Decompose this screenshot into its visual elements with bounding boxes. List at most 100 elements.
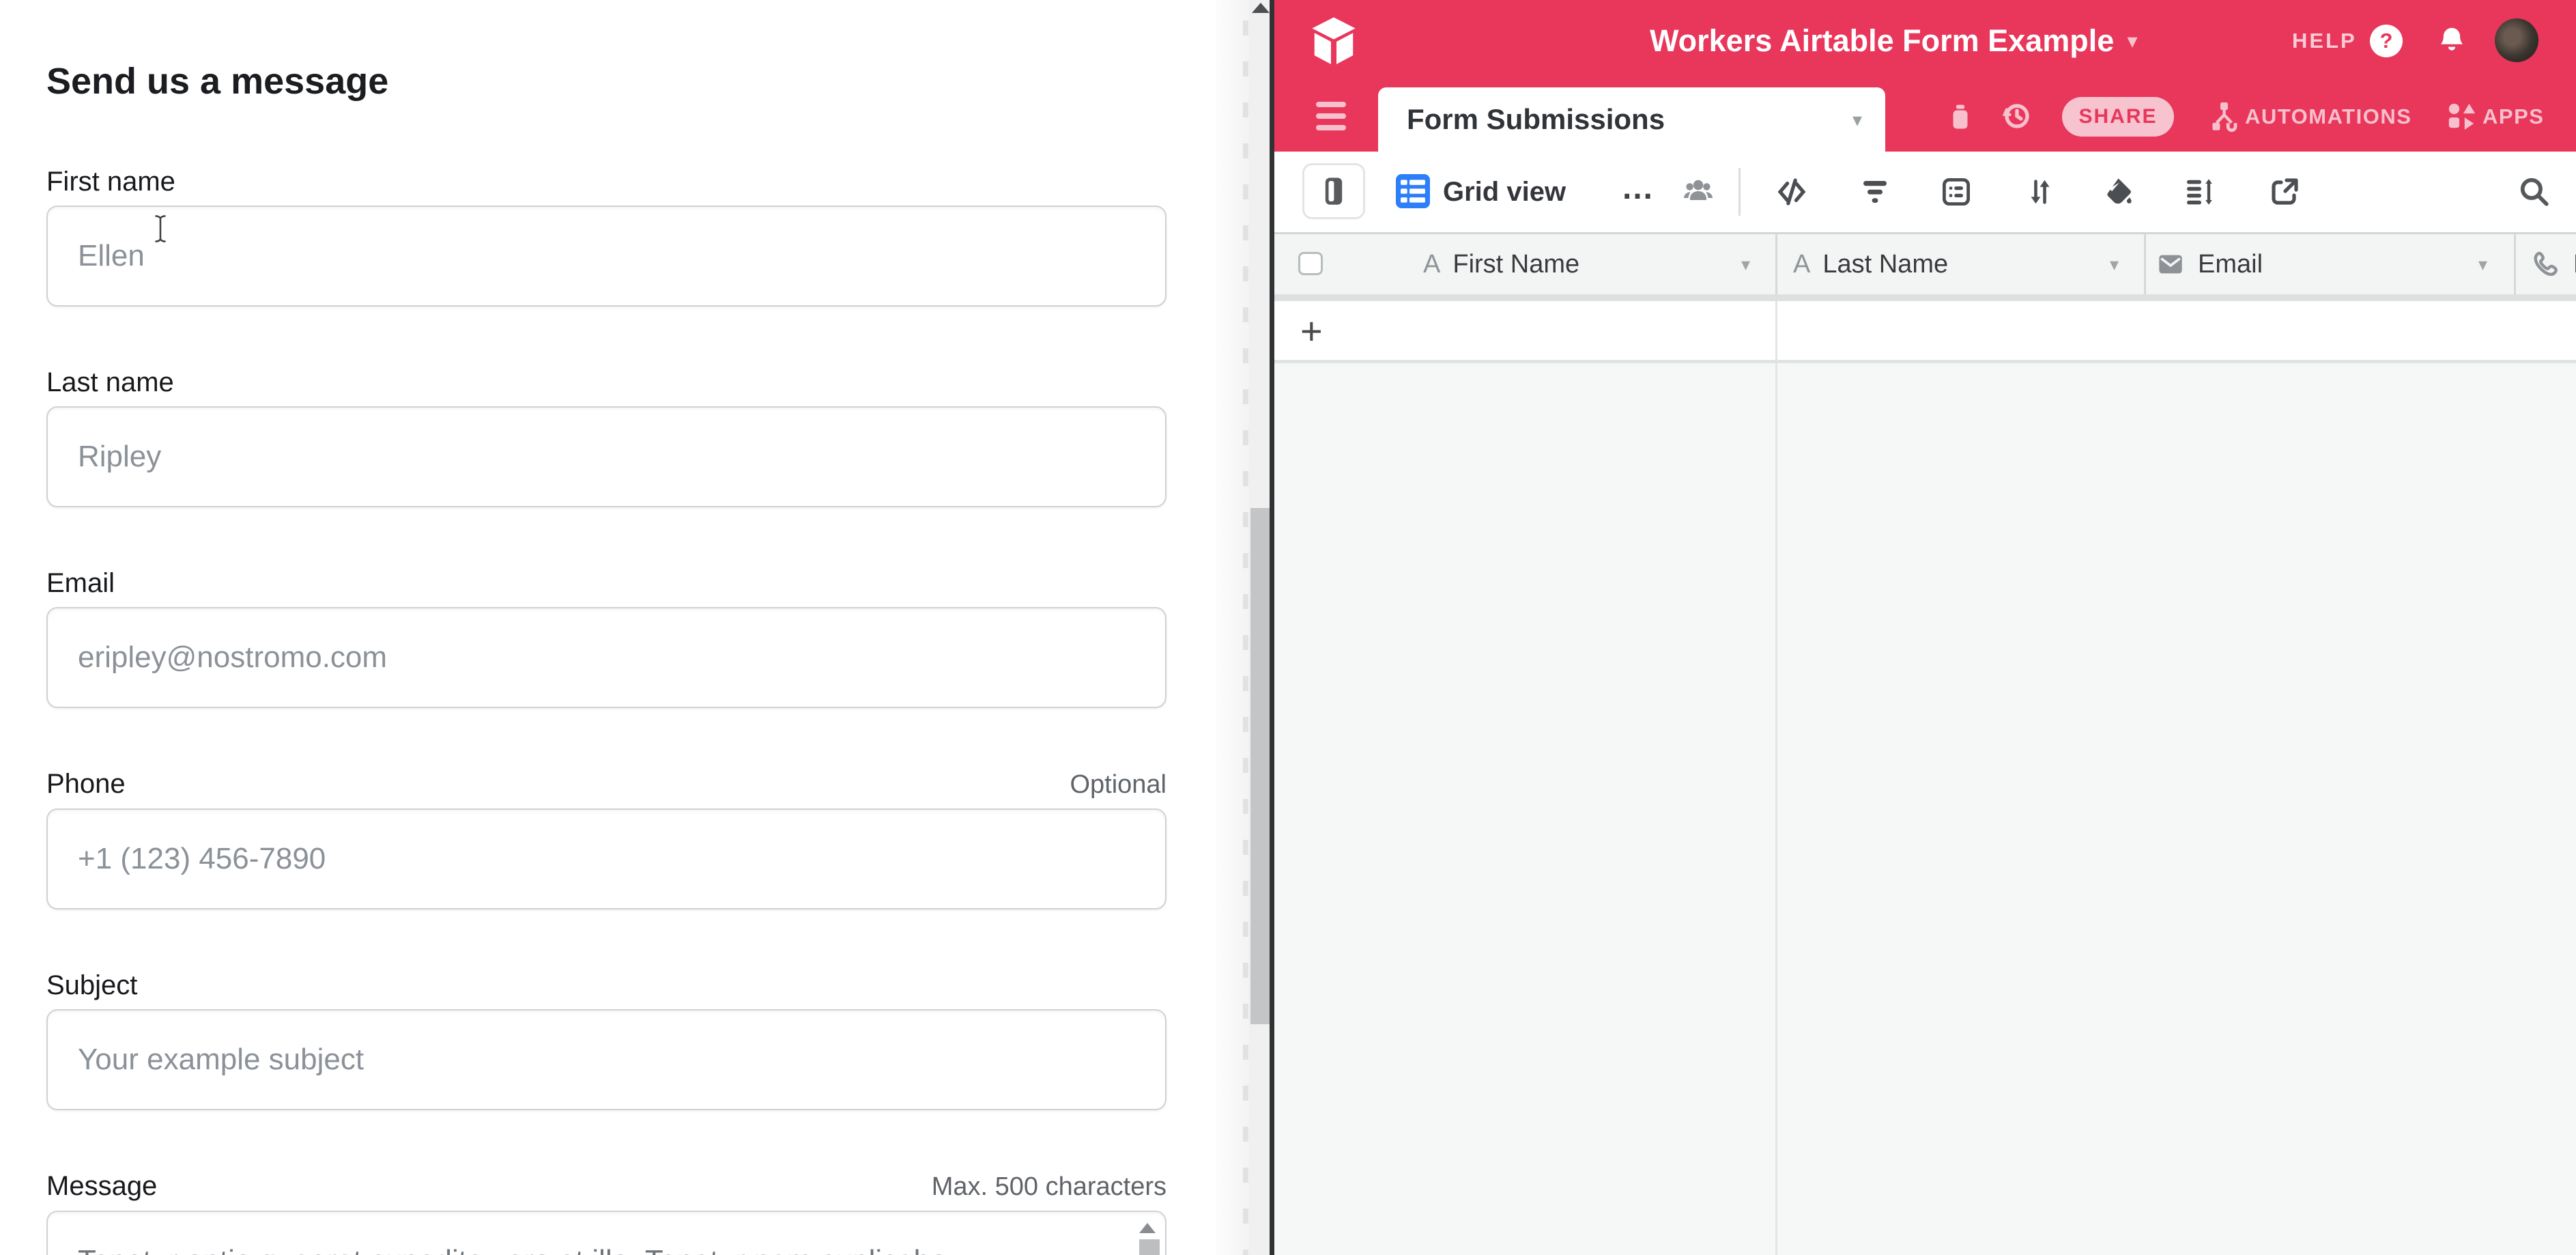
textarea-scrollbar-thumb[interactable] (1139, 1239, 1160, 1255)
field-group-subject: Subject (46, 970, 1167, 1110)
column-header-last-name[interactable]: A Last Name (1793, 234, 1948, 294)
column-divider (1775, 301, 1777, 360)
airtable-tabbar: Form Submissions ▾ SHARE (1274, 82, 2576, 152)
sort-icon[interactable] (2024, 175, 2056, 208)
column-chevron-down-icon[interactable]: ▾ (2478, 234, 2487, 294)
last-name-input[interactable] (46, 406, 1167, 507)
envelope-icon (2156, 251, 2186, 278)
page-scrollbar-track[interactable] (1249, 0, 1272, 1255)
column-divider[interactable] (1775, 234, 1777, 303)
text-field-icon: A (1793, 250, 1810, 279)
apps-label: APPS (2482, 104, 2544, 129)
search-icon[interactable] (2517, 174, 2551, 208)
group-icon[interactable] (1939, 175, 1973, 208)
toolbar-divider (1738, 168, 1741, 216)
field-group-message: Message Max. 500 characters Tenetur opti… (46, 1170, 1167, 1255)
screenshot-root: Send us a message First name Last name E… (0, 0, 2576, 1255)
textarea-scroll-up-icon[interactable] (1139, 1223, 1156, 1233)
color-icon[interactable] (2102, 175, 2134, 208)
first-name-input[interactable] (46, 206, 1167, 307)
contact-form: Send us a message First name Last name E… (46, 60, 1167, 1255)
last-name-label: Last name (46, 367, 174, 398)
grid-header-row: A First Name ▾ A Last Name ▾ Email (1274, 232, 2576, 294)
column-divider[interactable] (2514, 234, 2516, 303)
tables-menu-icon[interactable] (1316, 102, 1346, 132)
airtable-logo-icon[interactable] (1311, 16, 1357, 67)
help-question-icon[interactable]: ? (2370, 25, 2403, 57)
column-name: Last Name (1822, 250, 1948, 279)
column-name: Phone (2573, 250, 2576, 279)
phone-icon (2530, 249, 2561, 279)
ibeam-cursor-icon (152, 214, 169, 243)
base-title: Workers Airtable Form Example (1650, 23, 2114, 59)
tab-form-submissions[interactable]: Form Submissions ▾ (1378, 87, 1885, 152)
airtable-window: Workers Airtable Form Example ▾ HELP ? F… (1274, 0, 2576, 1255)
scrollbar-up-arrow-icon[interactable] (1252, 3, 1270, 13)
column-divider (1775, 363, 1777, 1255)
column-header-first-name[interactable]: A First Name (1423, 234, 1579, 294)
row-height-icon[interactable] (2182, 175, 2216, 208)
window-edge-divider (1270, 0, 1274, 1255)
tab-chevron-down-icon: ▾ (1852, 109, 1862, 131)
history-icon[interactable] (2000, 98, 2034, 134)
add-record-row[interactable]: + (1274, 301, 2576, 363)
view-options-ellipsis-button[interactable]: … (1621, 152, 1655, 224)
automations-button[interactable]: AUTOMATIONS (2245, 82, 2412, 152)
column-name: First Name (1452, 250, 1579, 279)
view-toolbar: Grid view … (1274, 152, 2576, 232)
page-title: Send us a message (46, 60, 1167, 102)
message-label: Message (46, 1170, 157, 1202)
select-all-checkbox[interactable] (1298, 252, 1323, 275)
share-label: SHARE (2078, 105, 2157, 128)
column-divider[interactable] (2144, 234, 2146, 303)
contact-form-pane: Send us a message First name Last name E… (0, 0, 1216, 1255)
automations-icon[interactable] (2207, 100, 2239, 134)
view-name-label: Grid view (1443, 177, 1566, 208)
apps-button[interactable]: APPS (2482, 82, 2544, 152)
subject-label: Subject (46, 970, 137, 1001)
filter-icon[interactable] (1859, 175, 1891, 208)
help-button[interactable]: HELP (2292, 0, 2357, 82)
hide-fields-icon[interactable] (1775, 175, 1809, 208)
field-group-last-name: Last name (46, 367, 1167, 507)
page-scrollbar-thumb[interactable] (1250, 508, 1271, 1024)
column-name: Email (2198, 250, 2263, 279)
message-maxlength-hint: Max. 500 characters (932, 1171, 1167, 1202)
first-name-label: First name (46, 166, 175, 197)
column-header-phone[interactable]: Phone (2530, 234, 2576, 294)
column-chevron-down-icon[interactable]: ▾ (2110, 234, 2119, 294)
table-tab-label: Form Submissions (1407, 103, 1665, 136)
grid-body-empty (1274, 363, 2576, 1255)
notifications-bell-icon[interactable] (2436, 25, 2467, 57)
column-chevron-down-icon[interactable]: ▾ (1741, 234, 1750, 294)
email-input[interactable] (46, 607, 1167, 708)
subject-input[interactable] (46, 1009, 1167, 1110)
apps-icon[interactable] (2446, 100, 2477, 133)
view-name-button[interactable]: Grid view (1443, 152, 1566, 232)
field-group-phone: Phone Optional (46, 768, 1167, 909)
message-textarea[interactable]: Tenetur optio quaerat expedite vero et i… (48, 1212, 1165, 1255)
text-field-icon: A (1423, 250, 1440, 279)
trash-icon[interactable] (1946, 101, 1975, 132)
sidebar-toggle-button[interactable] (1302, 163, 1365, 219)
question-mark-glyph: ? (2380, 29, 2393, 53)
collaborators-icon[interactable] (1680, 175, 1716, 208)
message-textarea-box: Tenetur optio quaerat expedite vero et i… (46, 1211, 1167, 1255)
share-button[interactable]: SHARE (2062, 97, 2174, 137)
grid-view-icon (1396, 174, 1430, 208)
plus-icon[interactable]: + (1300, 301, 1323, 360)
phone-optional-hint: Optional (1070, 769, 1167, 800)
base-title-menu[interactable]: Workers Airtable Form Example ▾ (1650, 0, 2137, 82)
gutter-dashed-line (1243, 20, 1248, 1255)
phone-label: Phone (46, 768, 126, 800)
column-header-email[interactable]: Email (2156, 234, 2263, 294)
grid-header-bottom-border (1274, 294, 2576, 301)
share-view-icon[interactable] (2268, 175, 2301, 208)
automations-label: AUTOMATIONS (2245, 104, 2412, 129)
user-avatar[interactable] (2495, 18, 2538, 62)
airtable-topbar: Workers Airtable Form Example ▾ HELP ? (1274, 0, 2576, 82)
field-group-first-name: First name (46, 166, 1167, 307)
ellipsis-icon: … (1621, 169, 1655, 207)
phone-input[interactable] (46, 808, 1167, 909)
chevron-down-icon: ▾ (2128, 31, 2137, 52)
